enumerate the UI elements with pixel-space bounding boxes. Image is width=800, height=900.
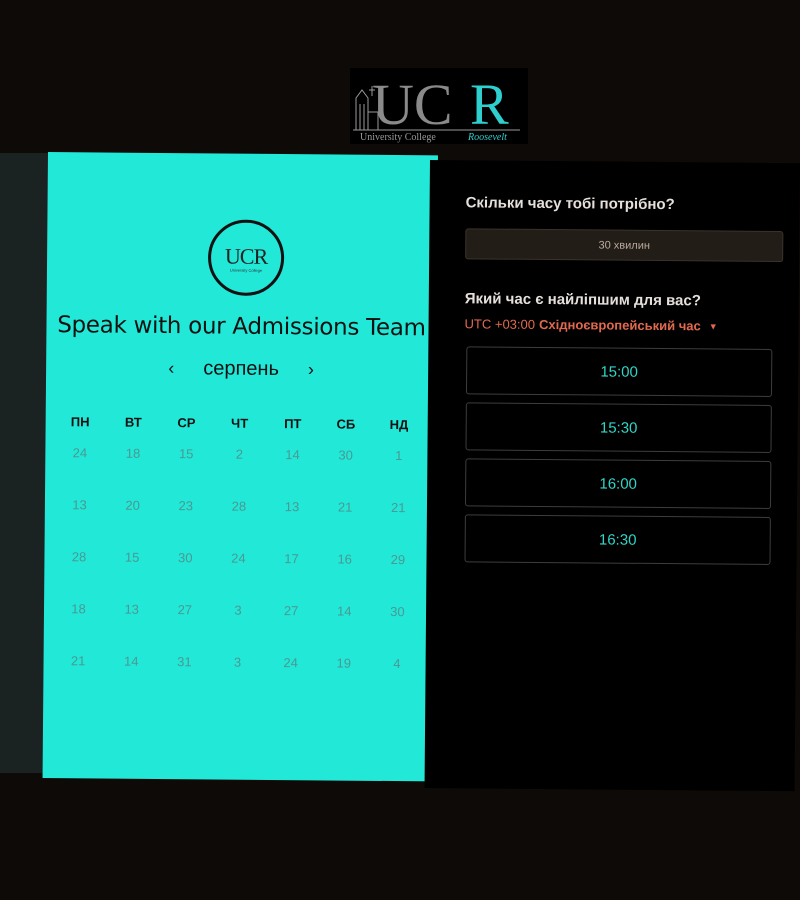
chevron-left-icon[interactable]: ‹ <box>163 358 179 379</box>
calendar-day[interactable]: 29 <box>371 551 424 569</box>
time-slot-button[interactable]: 15:00 <box>465 346 773 397</box>
booking-info-panel: UCR University College Speak with our Ad… <box>42 152 438 782</box>
calendar-day[interactable]: 1 <box>372 447 425 465</box>
calendar-day[interactable]: 16 <box>318 550 371 568</box>
calendar-grid: 24 18 15 2 14 30 1 13 20 23 28 13 21 21 28 15 30 24 17 16 29… <box>51 444 425 673</box>
calendar-day[interactable]: 28 <box>212 497 265 515</box>
calendar-day[interactable]: 15 <box>106 549 159 567</box>
logo-letter-uc: UC <box>372 72 453 137</box>
calendar-day[interactable]: 14 <box>318 602 371 620</box>
calendar-day[interactable]: 21 <box>51 652 104 670</box>
calendar-day[interactable]: 27 <box>158 601 211 619</box>
weekday-label: СБ <box>336 416 356 432</box>
calendar-day[interactable]: 28 <box>52 548 105 566</box>
chevron-right-icon[interactable]: › <box>303 359 319 380</box>
calendar-day[interactable]: 3 <box>211 653 264 671</box>
timezone-name: Східноєвропейський час <box>538 316 701 334</box>
weekday-header: ПН ВТ СР ЧТ ПТ СБ НД <box>54 414 426 432</box>
duration-select-button[interactable]: 30 хвилин <box>465 228 784 263</box>
page-title: Speak with our Admissions Team <box>57 312 426 342</box>
calendar-day[interactable]: 14 <box>266 446 319 464</box>
logo-subtitle-right: Roosevelt <box>467 132 507 143</box>
calendar-day[interactable]: 24 <box>212 549 265 567</box>
month-label: серпень <box>203 357 280 381</box>
duration-question: Скільки часу тобі потрібно? <box>465 194 675 214</box>
timezone-selector[interactable]: UTC +03:00 Східноєвропейський час ▼ <box>465 316 718 333</box>
calendar-day[interactable]: 2 <box>213 445 266 463</box>
badge-subtitle: University College <box>229 267 263 273</box>
calendar-day[interactable]: 31 <box>158 653 211 671</box>
calendar-day[interactable]: 13 <box>265 498 318 516</box>
calendar-day[interactable]: 20 <box>106 497 159 515</box>
calendar-day[interactable]: 15 <box>160 445 213 463</box>
calendar-day[interactable]: 18 <box>106 445 159 463</box>
ucr-badge-logo: UCR University College <box>207 219 285 297</box>
calendar-day[interactable]: 21 <box>372 499 425 517</box>
calendar-day[interactable]: 18 <box>52 600 105 618</box>
calendar-day[interactable]: 17 <box>265 550 318 568</box>
timezone-offset: UTC +03:00 <box>464 316 536 332</box>
calendar-day[interactable]: 14 <box>105 653 158 671</box>
weekday-label: СР <box>177 415 196 431</box>
time-slot-button[interactable]: 16:00 <box>464 458 772 509</box>
month-navigation: ‹ серпень › <box>46 356 436 382</box>
time-question: Який час є найліпшим для вас? <box>464 290 701 310</box>
time-slot-button[interactable]: 16:30 <box>464 514 771 565</box>
weekday-label: ПН <box>70 414 90 430</box>
calendar-day[interactable]: 24 <box>264 654 317 672</box>
calendar-day[interactable]: 30 <box>159 549 212 567</box>
time-slot-list: 15:00 15:30 16:00 16:30 <box>464 346 773 573</box>
scheduler-panel: Скільки часу тобі потрібно? 30 хвилин Як… <box>424 160 800 792</box>
weekday-label: НД <box>389 416 409 433</box>
caret-down-icon: ▼ <box>708 320 718 332</box>
calendar-day[interactable]: 13 <box>53 496 106 514</box>
weekday-label: ПТ <box>284 416 302 432</box>
calendar-day[interactable]: 24 <box>53 444 106 462</box>
weekday-label: ЧТ <box>231 415 249 431</box>
calendar-day[interactable]: 21 <box>319 498 372 516</box>
calendar-day[interactable]: 23 <box>159 497 212 515</box>
calendar-day[interactable]: 30 <box>319 446 372 464</box>
calendar-day[interactable]: 3 <box>211 601 264 619</box>
weekday-label: ВТ <box>124 414 142 430</box>
time-slot-button[interactable]: 15:30 <box>465 402 772 453</box>
calendar-day[interactable]: 13 <box>105 601 158 619</box>
ucr-logo: UC R University College Roosevelt <box>350 68 528 144</box>
calendar-day[interactable]: 27 <box>264 602 317 620</box>
calendar-day[interactable]: 30 <box>371 603 424 621</box>
logo-letter-r: R <box>470 72 509 137</box>
logo-subtitle-left: University College <box>360 132 436 143</box>
calendar-day[interactable]: 19 <box>317 654 370 672</box>
calendar-day[interactable]: 4 <box>370 655 423 673</box>
badge-initials: UCR <box>224 243 268 269</box>
